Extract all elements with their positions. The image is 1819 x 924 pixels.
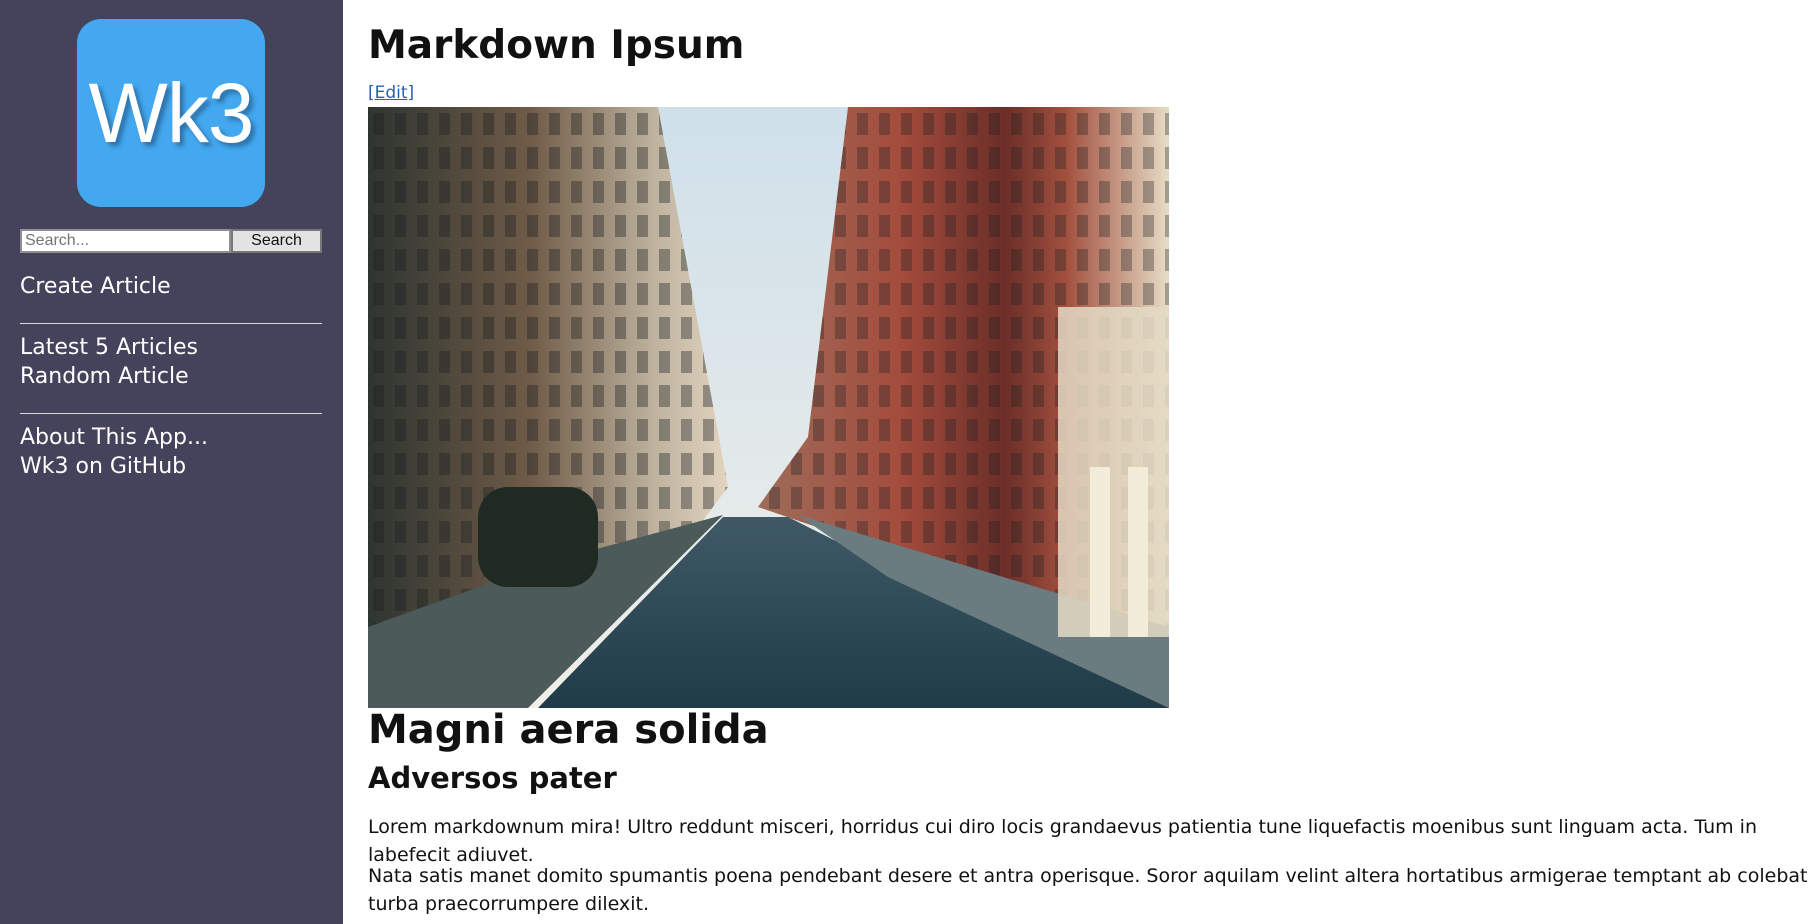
city-street-image <box>368 107 1169 708</box>
latest-articles-link[interactable]: Latest 5 Articles <box>20 335 198 360</box>
page-title: Markdown Ipsum <box>368 23 745 68</box>
random-article-link[interactable]: Random Article <box>20 364 189 389</box>
github-link[interactable]: Wk3 on GitHub <box>20 454 186 479</box>
article-heading: Magni aera solida <box>368 707 769 753</box>
article-subheading: Adversos pater <box>368 761 617 795</box>
about-app-link[interactable]: About This App... <box>20 425 208 450</box>
search-button[interactable]: Search <box>231 229 322 253</box>
article-paragraph: Nata satis manet domito spumantis poena … <box>368 865 1808 915</box>
divider <box>20 323 322 324</box>
search-input[interactable] <box>20 229 231 253</box>
article-paragraph: Lorem markdownum mira! Ultro reddunt mis… <box>368 816 1757 866</box>
edit-link[interactable]: [Edit] <box>368 83 414 103</box>
search-form: Search <box>20 229 322 253</box>
divider <box>20 413 322 414</box>
create-article-link[interactable]: Create Article <box>20 274 171 299</box>
wk3-logo[interactable]: Wk3 <box>77 19 265 207</box>
logo-text: Wk3 <box>88 65 255 160</box>
sidebar: Wk3 Search Create Article Latest 5 Artic… <box>0 0 343 924</box>
